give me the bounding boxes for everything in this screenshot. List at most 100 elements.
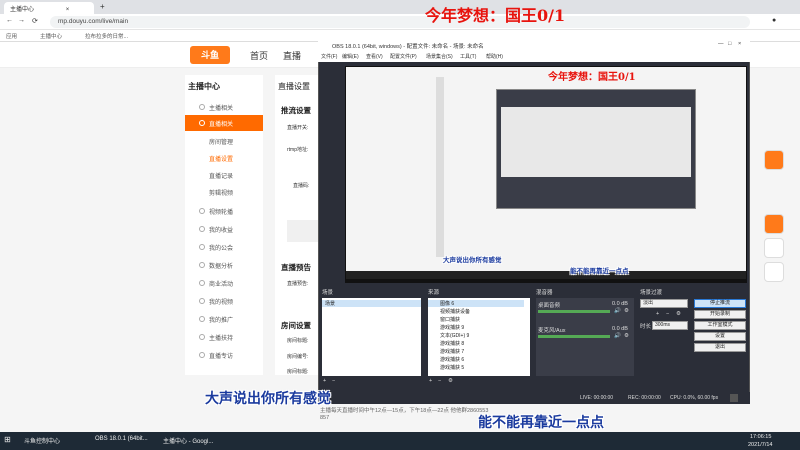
close-icon[interactable]: × <box>738 41 741 47</box>
taskbar-app[interactable]: 主播中心 - Googl... <box>163 436 213 445</box>
sidebar-item[interactable]: 主播相关 <box>185 99 263 115</box>
add-icon[interactable]: + <box>323 378 326 384</box>
sidebar-item[interactable]: 我的视频 <box>185 293 263 309</box>
volume-slider[interactable] <box>538 335 610 338</box>
sidebar-subitem[interactable]: 剪辑视频 <box>185 184 263 200</box>
sidebar-item[interactable]: 商业活动 <box>185 275 263 291</box>
sidebar-item[interactable]: 数据分析 <box>185 257 263 273</box>
field-label: 直播预告: <box>287 281 309 287</box>
obs-status-bar: LIVE: 00:00:00 REC: 00:00:00 CPU: 0.0%, … <box>318 392 750 404</box>
gift-icon[interactable] <box>764 150 784 170</box>
new-tab-icon[interactable]: + <box>100 2 105 11</box>
url-input[interactable]: mp.douyu.com/live/main <box>50 16 750 28</box>
speaker-icon[interactable]: 🔊 <box>614 333 621 339</box>
controls-dock: 停止推流 开始录制 工作室模式 设置 退出 <box>692 287 748 389</box>
cpu-status: CPU: 0.0%, 60.00 fps <box>670 395 719 401</box>
menu-scene-collection[interactable]: 场景集合(S) <box>426 53 453 60</box>
maximize-icon[interactable]: □ <box>728 41 731 47</box>
source-item[interactable]: 游戏捕获 7 <box>432 348 464 355</box>
preview-caption: 大声说出你所有感觉 <box>443 257 502 264</box>
studio-mode-button[interactable]: 工作室模式 <box>694 321 746 330</box>
taskbar-app[interactable]: OBS 18.0.1 (64bit... <box>95 436 148 442</box>
menu-edit[interactable]: 编辑(E) <box>342 53 359 60</box>
sidebar-item[interactable]: 我的公会 <box>185 239 263 255</box>
bookmark-item[interactable]: 应用 <box>6 32 17 40</box>
menu-tools[interactable]: 工具(T) <box>460 53 476 60</box>
video-icon <box>199 208 205 214</box>
speaker-icon[interactable]: 🔊 <box>614 308 621 314</box>
source-item[interactable]: 图像 6 <box>428 300 524 307</box>
field-label: rtmp地址: <box>287 147 309 153</box>
nav-home[interactable]: 首页 <box>250 49 268 62</box>
menu-view[interactable]: 查看(V) <box>366 53 383 60</box>
sidebar-item-active[interactable]: 直播相关 <box>185 115 263 131</box>
obs-title: OBS 18.0.1 (64bit, windows) - 配置文件: 未命名 … <box>332 44 484 50</box>
sidebar-subitem-active[interactable]: 直播设置 <box>185 150 263 166</box>
sidebar-item[interactable]: 视频轮播 <box>185 203 263 219</box>
source-item[interactable]: 视频捕获设备 <box>432 308 470 315</box>
remove-icon[interactable]: − <box>332 378 335 384</box>
clock-date: 2021/7/14 <box>748 442 773 448</box>
sidebar-subitem[interactable]: 直播记录 <box>185 167 263 183</box>
transition-select[interactable]: 淡出 <box>640 299 688 308</box>
forward-icon[interactable]: → <box>18 17 25 24</box>
back-icon[interactable]: ← <box>6 17 13 24</box>
bookmark-item[interactable]: 拉布拉多的日常... <box>85 32 128 40</box>
close-icon[interactable]: × <box>66 7 70 13</box>
sidebar-item-label: 数据分析 <box>209 264 234 270</box>
sidebar-item[interactable]: 我的推广 <box>185 311 263 327</box>
menu-profile[interactable]: 配置文件(P) <box>390 53 417 60</box>
source-item[interactable]: 窗口捕获 <box>432 316 460 323</box>
remove-icon[interactable]: − <box>438 378 441 384</box>
source-item[interactable]: 游戏捕获 6 <box>432 356 464 363</box>
douyu-logo[interactable]: 斗鱼 <box>190 46 230 64</box>
field-label: 房间标题: <box>287 369 309 375</box>
sidebar-item[interactable]: 主播扶持 <box>185 329 263 345</box>
lyric-caption: 能不能再靠近一点点 <box>478 414 604 430</box>
browser-tab[interactable]: 主播中心 × <box>4 2 94 14</box>
volume-slider[interactable] <box>538 310 610 313</box>
source-item[interactable]: 游戏捕获 5 <box>432 364 464 371</box>
scene-item[interactable]: 场景 <box>322 300 421 307</box>
sources-list[interactable]: 图像 6 视频捕获设备 窗口捕获 游戏捕获 9 文本(GDI+) 9 游戏捕获 … <box>428 298 530 376</box>
remove-icon[interactable]: − <box>666 311 669 317</box>
start-recording-button[interactable]: 开始录制 <box>694 310 746 319</box>
mixer-channel-name: 麦克风/Aux <box>538 328 566 334</box>
source-item[interactable]: 文本(GDI+) 9 <box>432 332 469 339</box>
gear-icon[interactable]: ⚙ <box>676 311 681 317</box>
menu-file[interactable]: 文件(F) <box>321 53 337 60</box>
add-icon[interactable]: + <box>656 311 659 317</box>
menu-help[interactable]: 帮助(H) <box>486 53 503 60</box>
duration-input[interactable]: 300ms <box>652 321 688 330</box>
scenes-list[interactable]: 场景 <box>322 298 421 376</box>
tv-icon[interactable] <box>764 262 784 282</box>
windows-start-icon[interactable]: ⊞ <box>4 435 11 444</box>
taskbar-app[interactable]: 斗鱼控制中心 <box>24 436 60 445</box>
exit-button[interactable]: 退出 <box>694 343 746 352</box>
sidebar-subitem[interactable]: 房间管理 <box>185 133 263 149</box>
play-icon[interactable] <box>764 214 784 234</box>
add-icon[interactable]: + <box>429 378 432 384</box>
source-item[interactable]: 游戏捕获 8 <box>432 340 464 347</box>
user-icon <box>199 104 205 110</box>
settings-button[interactable]: 设置 <box>694 332 746 341</box>
avatar[interactable]: ● <box>772 17 776 24</box>
gear-icon[interactable]: ⚙ <box>624 308 629 314</box>
minimize-icon[interactable]: — <box>718 41 724 47</box>
preview-caption: 能不能再靠近一点点 <box>570 268 629 275</box>
scenes-header: 场景 <box>322 290 334 296</box>
status-indicator <box>730 394 738 402</box>
sidebar-item-label: 视频轮播 <box>209 210 234 216</box>
stop-streaming-button[interactable]: 停止推流 <box>694 299 746 308</box>
sidebar-item-label: 我的收益 <box>209 228 234 234</box>
source-item[interactable]: 游戏捕获 9 <box>432 324 464 331</box>
gear-icon[interactable]: ⚙ <box>624 333 629 339</box>
sidebar-item[interactable]: 我的收益 <box>185 221 263 237</box>
sidebar-item[interactable]: 直播专访 <box>185 347 263 363</box>
gear-icon[interactable]: ⚙ <box>448 378 453 384</box>
nav-live[interactable]: 直播 <box>283 49 301 62</box>
sidebar-item-label: 直播相关 <box>209 122 234 128</box>
reload-icon[interactable]: ⟳ <box>32 17 38 25</box>
home-icon[interactable] <box>764 238 784 258</box>
bookmark-item[interactable]: 主播中心 <box>40 32 62 40</box>
